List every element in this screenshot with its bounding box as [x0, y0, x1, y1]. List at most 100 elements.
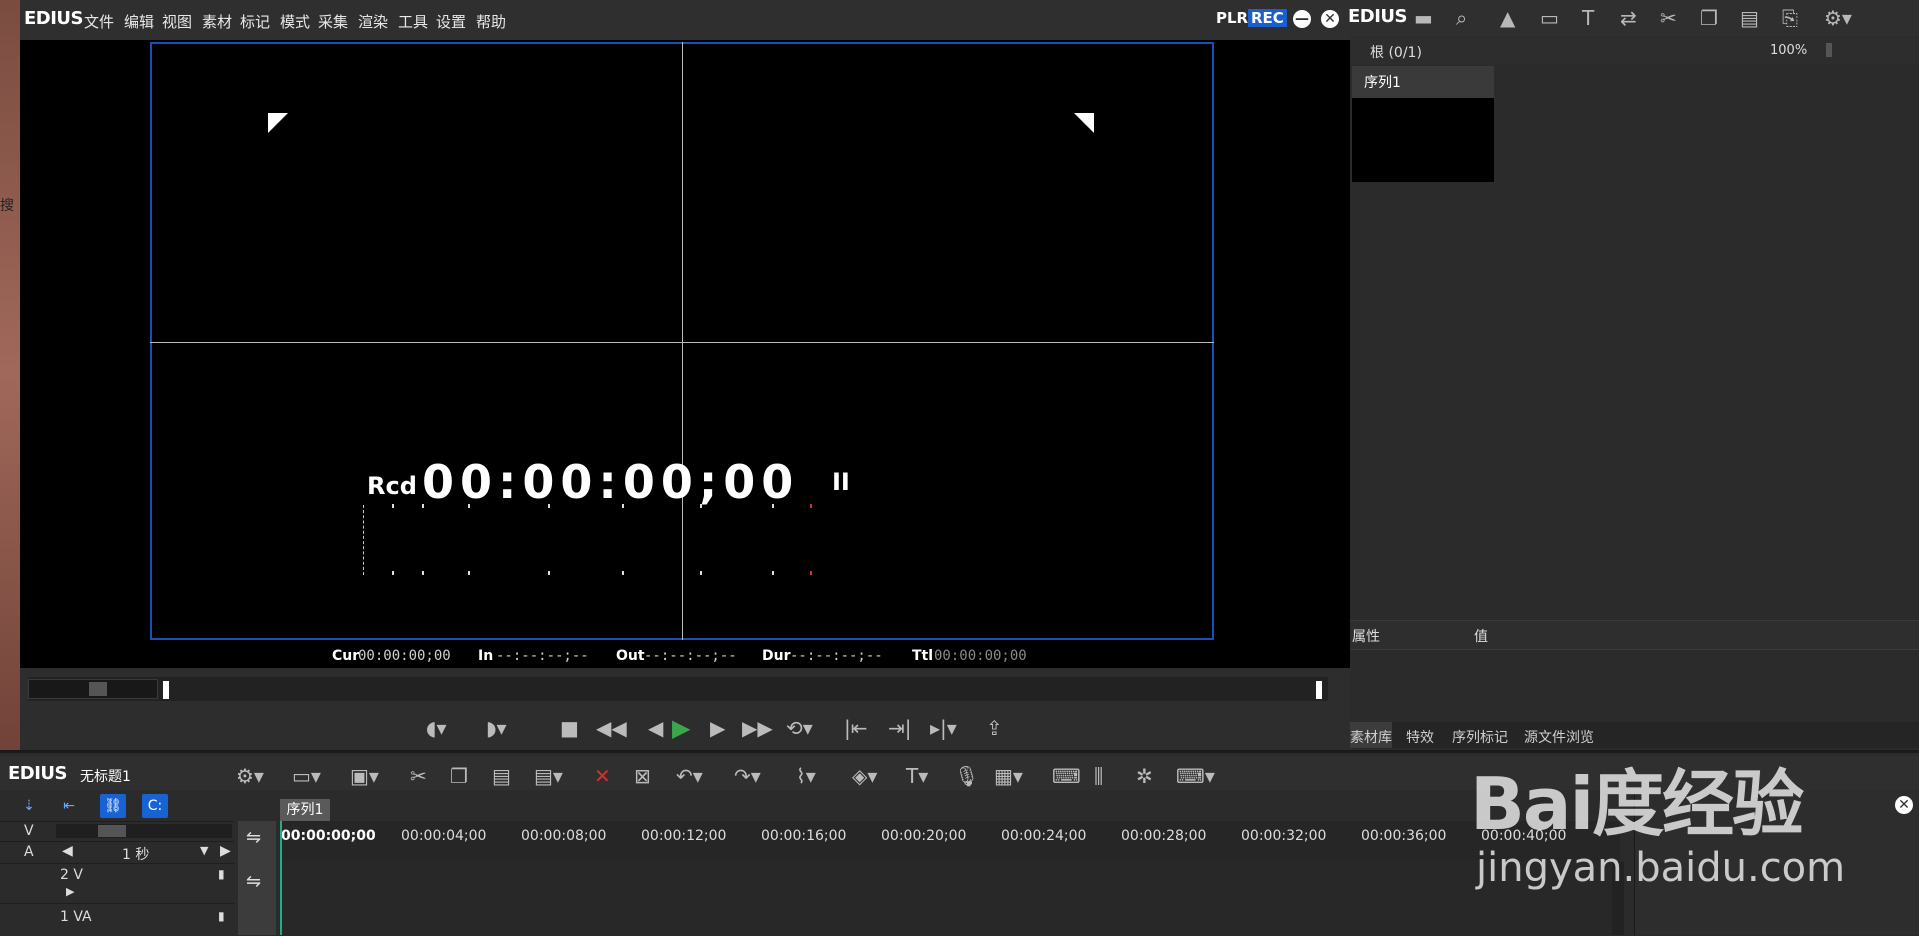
bin-zoom-slider[interactable] [1826, 43, 1832, 57]
cut-icon[interactable]: ✂ [410, 764, 427, 788]
ruler-label: 00:00:12;00 [641, 828, 727, 844]
layout-icon[interactable]: ⌨▾ [1176, 764, 1215, 788]
zoom-slider-knob[interactable] [98, 825, 126, 837]
track-row-1va [0, 903, 234, 936]
loop-icon[interactable]: ⟲▾ [786, 716, 813, 740]
sync-mode-icon[interactable]: C: [142, 794, 168, 818]
close-icon[interactable]: ✕ [1321, 10, 1339, 28]
menu-mode[interactable]: 模式 [280, 11, 310, 32]
stop-icon[interactable]: ■ [560, 716, 579, 740]
go-to-out-icon[interactable]: ⇥| [888, 716, 912, 740]
ripple-mode-icon[interactable]: ⇣ [16, 794, 42, 818]
center-guide-horizontal [150, 342, 1214, 343]
step-back-icon[interactable]: ◀ [648, 716, 663, 740]
sequence-settings-icon[interactable]: ⚙▾ [236, 764, 264, 788]
meter-tick [468, 504, 470, 508]
scale-dropdown-icon[interactable]: ▼ [200, 844, 208, 857]
paste-icon[interactable]: ▤ [492, 764, 511, 788]
add-title-icon[interactable]: T [1582, 6, 1594, 30]
track-video-icon[interactable]: ▮ [218, 909, 225, 923]
shuttle-knob[interactable] [89, 682, 107, 696]
menu-help[interactable]: 帮助 [476, 11, 506, 32]
minimize-icon[interactable]: — [1293, 10, 1311, 28]
project-title: 无标题1 [80, 769, 131, 785]
redo-icon[interactable]: ↷▾ [734, 764, 761, 788]
view-options-icon[interactable]: ⚙▾ [1824, 6, 1852, 30]
play-icon[interactable]: ▶ [672, 714, 690, 742]
position-start-handle[interactable] [163, 681, 169, 699]
shuttle-slider[interactable] [28, 679, 158, 699]
menu-marker[interactable]: 标记 [240, 11, 270, 32]
undo-icon[interactable]: ↶▾ [676, 764, 703, 788]
menu-tools[interactable]: 工具 [398, 11, 428, 32]
tab-bin[interactable]: 素材库 [1350, 727, 1392, 747]
menu-view[interactable]: 视图 [162, 11, 192, 32]
voiceover-icon[interactable]: 🎙 [954, 764, 979, 788]
keyboard-icon[interactable]: ⌨ [1052, 764, 1081, 788]
track-expand-icon[interactable]: ▶ [66, 885, 74, 898]
timeline-close-icon[interactable]: ✕ [1895, 796, 1913, 814]
delete-icon[interactable]: ✕ [594, 764, 611, 788]
timeline-scale[interactable]: 1 秒 [122, 844, 149, 864]
sync-lock-icon[interactable]: ⇋ [246, 871, 261, 892]
up-folder-icon[interactable]: ▲ [1500, 6, 1515, 30]
open-project-icon[interactable]: ▭▾ [292, 764, 321, 788]
search-icon[interactable]: ⌕ [1456, 6, 1467, 30]
marker-icon[interactable]: ⌇▾ [796, 764, 816, 788]
paste-icon[interactable]: ▤ [1740, 6, 1759, 30]
zoom-slider[interactable] [56, 824, 232, 838]
plr-toggle-button[interactable]: PLR [1216, 9, 1248, 27]
show-in-player-icon[interactable]: ⎘ [1782, 6, 1798, 30]
menu-edit[interactable]: 编辑 [124, 11, 154, 32]
tab-sequence-1[interactable]: 序列1 [280, 799, 330, 821]
menu-file[interactable]: 文件 [84, 11, 114, 32]
go-to-in-icon[interactable]: |⇤ [844, 716, 868, 740]
position-slider[interactable] [28, 677, 1328, 701]
meter-tick [392, 504, 394, 508]
bin-root-label[interactable]: 根 (0/1) [1370, 42, 1422, 62]
effects-icon[interactable]: ✲ [1136, 764, 1153, 788]
track-video-icon[interactable]: ▮ [218, 867, 225, 881]
tab-sequence-markers[interactable]: 序列标记 [1452, 727, 1508, 747]
menu-render[interactable]: 渲染 [358, 11, 388, 32]
paste-options-icon[interactable]: ▤▾ [534, 764, 563, 788]
cur-label: Cur [332, 648, 360, 664]
set-out-icon[interactable]: ◗▾ [486, 716, 507, 740]
save-icon[interactable]: ▣▾ [350, 764, 379, 788]
step-forward-icon[interactable]: ▶ [710, 716, 725, 740]
cut-icon[interactable]: ✂ [1660, 6, 1677, 30]
tab-effects[interactable]: 特效 [1406, 727, 1434, 747]
replace-icon[interactable]: ⇄ [1620, 6, 1637, 30]
meter-tick [422, 504, 424, 508]
export-icon[interactable]: ⇪ [986, 716, 1003, 740]
render-icon[interactable]: ▦▾ [994, 764, 1023, 788]
scale-prev-icon[interactable]: ◀ [62, 843, 73, 859]
menu-capture[interactable]: 采集 [318, 11, 348, 32]
insert-icon[interactable]: ▸|▾ [930, 716, 957, 740]
mixer-icon[interactable]: ⫼ [1094, 764, 1103, 788]
menu-settings[interactable]: 设置 [436, 11, 466, 32]
rec-toggle-button[interactable]: REC [1248, 9, 1287, 27]
title-icon[interactable]: T▾ [906, 764, 928, 788]
bin-clip-thumbnail[interactable] [1352, 98, 1494, 182]
rewind-icon[interactable]: ◀◀ [596, 716, 627, 740]
folder-icon[interactable]: ▬ [1414, 6, 1433, 30]
meter-tick [810, 571, 812, 575]
copy-icon[interactable]: ❐ [450, 764, 468, 788]
meter-tick [622, 504, 624, 508]
fast-forward-icon[interactable]: ▶▶ [742, 716, 773, 740]
insert-mode-icon[interactable]: ⇤ [56, 794, 82, 818]
ripple-delete-icon[interactable]: ⊠ [634, 764, 651, 788]
scale-next-icon[interactable]: ▶ [220, 843, 231, 859]
transition-icon[interactable]: ◈▾ [852, 764, 877, 788]
copy-icon[interactable]: ❐ [1700, 6, 1718, 30]
track-area[interactable] [280, 861, 1620, 935]
menu-clip[interactable]: 素材 [202, 11, 232, 32]
position-end-handle[interactable] [1316, 681, 1322, 699]
link-mode-icon[interactable]: ⛓ [100, 794, 126, 818]
set-in-icon[interactable]: ◖▾ [426, 716, 447, 740]
open-folder-icon[interactable]: ▭ [1540, 6, 1559, 30]
tab-source-browser[interactable]: 源文件浏览 [1524, 727, 1594, 747]
playhead[interactable] [280, 821, 282, 935]
sync-lock-icon[interactable]: ⇋ [246, 827, 261, 848]
